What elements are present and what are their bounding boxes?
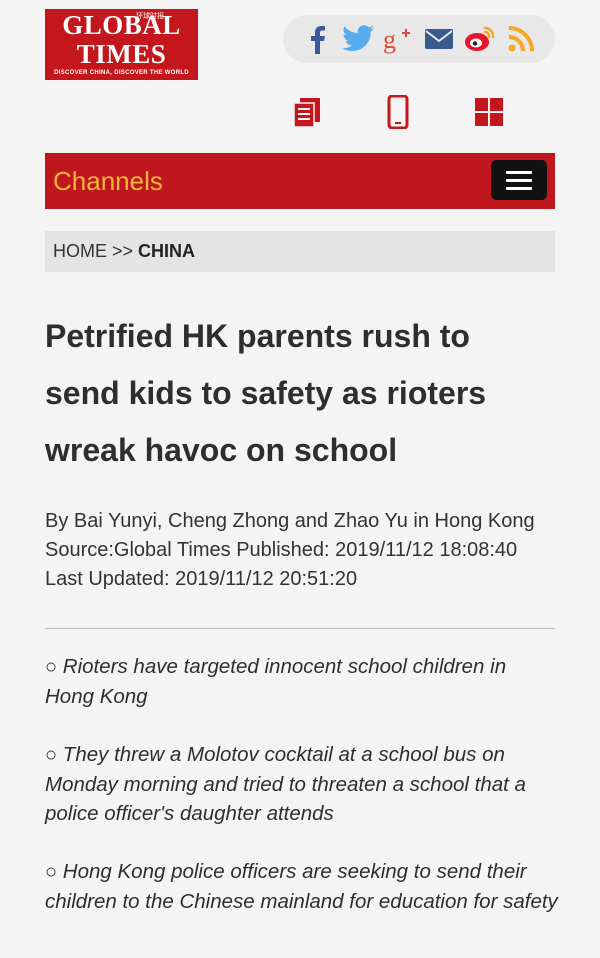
svg-text:g: g — [383, 25, 396, 54]
rss-icon[interactable] — [504, 22, 538, 56]
channels-bar: Channels — [45, 153, 555, 209]
logo-line-2: TIMES — [76, 39, 167, 69]
social-share-bar: g — [283, 15, 555, 63]
summary-point-text: Rioters have targeted innocent school ch… — [45, 655, 507, 708]
tool-icon-row — [0, 95, 600, 131]
breadcrumb-home-link[interactable]: HOME — [53, 241, 107, 262]
breadcrumb: HOME >> CHINA — [45, 231, 555, 272]
summary-point: ○ Rioters have targeted innocent school … — [45, 652, 560, 711]
hamburger-line-icon — [506, 186, 532, 190]
article-title: Petrified HK parents rush to send kids t… — [45, 318, 487, 468]
summary-point: ○ They threw a Molotov cocktail at a sch… — [45, 740, 560, 828]
grid-icon[interactable] — [472, 95, 506, 129]
logo-line-1: GLOBAL — [62, 10, 181, 40]
bullet-circle-icon: ○ — [45, 656, 58, 678]
breadcrumb-china-link[interactable]: CHINA — [138, 241, 195, 262]
google-plus-icon[interactable]: g — [382, 22, 416, 56]
twitter-icon[interactable] — [341, 22, 375, 56]
bullet-circle-icon: ○ — [45, 861, 58, 883]
summary-point-text: Hong Kong police officers are seeking to… — [45, 860, 558, 913]
summary-point: ○ Hong Kong police officers are seeking … — [45, 857, 560, 916]
divider — [45, 628, 555, 629]
article-byline: By Bai Yunyi, Cheng Zhong and Zhao Yu in… — [45, 510, 535, 590]
global-times-logo[interactable]: GLOBAL TIMES 环球时报 DISCOVER CHINA, DISCOV… — [45, 9, 198, 80]
breadcrumb-separator: >> — [112, 241, 134, 261]
logo-chinese-text: 环球时报 — [136, 12, 164, 20]
weibo-icon[interactable] — [463, 22, 497, 56]
mail-icon[interactable] — [422, 22, 456, 56]
channels-label[interactable]: Channels — [53, 166, 163, 197]
newspaper-icon[interactable] — [290, 95, 324, 129]
hamburger-line-icon — [506, 178, 532, 182]
summary-point-text: They threw a Molotov cocktail at a schoo… — [45, 743, 526, 825]
bullet-circle-icon: ○ — [45, 744, 58, 766]
facebook-icon[interactable] — [300, 22, 334, 56]
summary-points: ○ Rioters have targeted innocent school … — [45, 652, 560, 945]
hamburger-line-icon — [506, 170, 532, 174]
hamburger-menu-button[interactable] — [491, 160, 547, 200]
mobile-icon[interactable] — [381, 95, 415, 129]
logo-tagline: DISCOVER CHINA, DISCOVER THE WORLD — [54, 70, 189, 76]
